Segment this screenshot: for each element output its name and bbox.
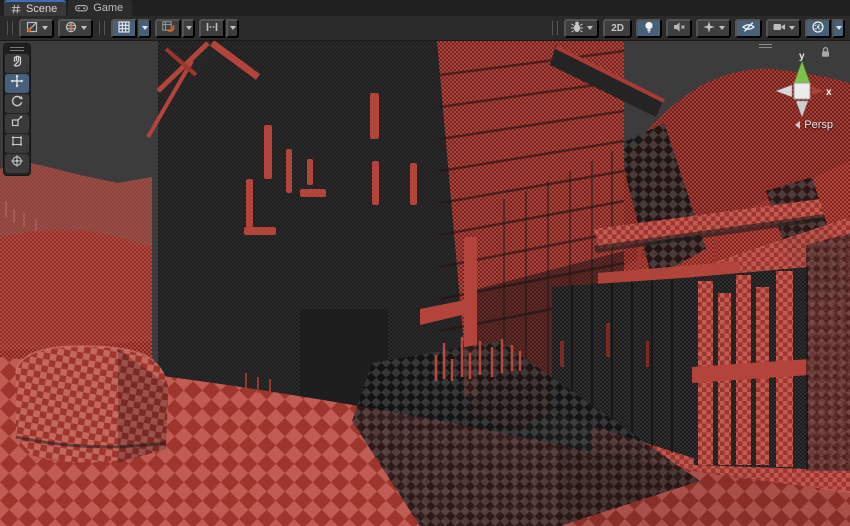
tab-game-label: Game [93,2,123,14]
scene-viewport[interactable]: y x Persp [0,41,850,526]
increment-snap-dropdown[interactable] [226,19,239,38]
scale-icon [10,114,24,133]
increment-snap-icon [205,20,219,37]
chevron-down-icon [81,26,87,30]
chevron-down-icon [789,26,795,30]
scene-lighting-button[interactable] [636,19,662,38]
grid-magnet-icon [161,20,175,37]
gizmos-dropdown[interactable] [832,19,845,38]
tab-game[interactable]: Game [68,0,132,16]
view-hand-tool-button[interactable] [5,54,29,73]
grid-icon [117,20,131,37]
grid-visibility-button[interactable] [111,19,137,38]
snap-to-grid-dropdown[interactable] [182,19,195,38]
light-bulb-icon [642,20,656,37]
projection-toggle[interactable]: Persp [795,119,833,131]
grid-visibility-dropdown[interactable] [138,19,151,38]
scale-tool-button[interactable] [5,114,29,133]
gizmo-center-cube [794,83,810,99]
hand-icon [10,54,24,73]
grid-snap-overlay-grip[interactable] [99,21,105,35]
gizmo-x-label: x [826,87,832,98]
gizmo-left-axis-cone [776,85,792,97]
move-tool-button[interactable] [5,74,29,93]
effects-button[interactable] [696,19,731,38]
rect-tool-icon [10,134,24,153]
handle-orientation-button[interactable] [58,19,93,38]
tool-settings-overlay-grip[interactable] [7,21,13,35]
gizmo-y-axis-cone [794,61,810,83]
chevron-down-icon [42,26,48,30]
audio-muted-icon [672,20,686,37]
gizmo-x-axis-cone [812,87,824,95]
tools-overlay [3,43,31,176]
audio-toggle-button[interactable] [666,19,692,38]
gamepad-icon [75,3,88,13]
orientation-gizmo[interactable]: y x [766,51,838,123]
gizmo-down-axis-cone [796,101,808,117]
unity-scene-view-window: Scene Game [0,0,850,526]
camera-settings-button[interactable] [766,19,801,38]
rotate-icon [10,94,24,113]
increment-snap-button[interactable] [199,19,225,38]
transform-icon [10,154,24,173]
gizmos-button[interactable] [805,19,831,38]
chevron-down-icon [587,26,593,30]
scene-grid-icon [11,4,21,14]
scene-render-mipmap-debug [0,41,850,526]
pivot-icon [25,20,39,37]
debug-bug-icon [570,20,584,37]
eye-hidden-icon [741,20,756,37]
globe-icon [64,20,78,37]
snap-to-grid-button[interactable] [155,19,181,38]
tools-overlay-handle[interactable] [5,45,29,53]
view-options-overlay-handle[interactable] [759,44,772,48]
handle-position-button[interactable] [19,19,54,38]
rect-tool-button[interactable] [5,134,29,153]
transform-tool-button[interactable] [5,154,29,173]
scene-visibility-button[interactable] [735,19,762,38]
effects-sparkle-icon [702,20,716,37]
tab-scene-label: Scene [26,3,57,15]
2d-toggle-label: 2D [609,23,626,34]
2d-toggle-button[interactable]: 2D [603,19,632,38]
view-options-overlay-grip[interactable] [552,21,558,35]
projection-label: Persp [804,119,833,131]
gizmos-sphere-icon [811,20,825,37]
persp-arrow-icon [795,121,800,129]
view-tabbar: Scene Game [0,0,850,16]
chevron-down-icon [719,26,725,30]
tab-scene[interactable]: Scene [4,0,66,16]
scene-toolbar: 2D [0,16,850,41]
rotate-tool-button[interactable] [5,94,29,113]
draw-mode-button[interactable] [564,19,599,38]
camera-icon [772,20,786,37]
move-icon [10,74,24,93]
